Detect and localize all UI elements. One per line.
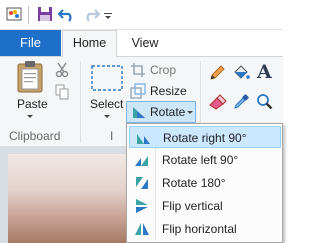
menu-item-label: Flip vertical: [162, 199, 223, 213]
menu-item-label: Flip horizontal: [162, 222, 237, 236]
select-icon[interactable]: [91, 65, 123, 94]
select-chevron-down-icon[interactable]: [104, 115, 110, 118]
tab-home[interactable]: Home: [62, 30, 117, 57]
resize-icon[interactable]: [130, 83, 146, 102]
paint-app-icon[interactable]: [6, 6, 22, 22]
image-group-label-partial: I: [110, 129, 114, 143]
tab-file[interactable]: File: [0, 30, 61, 56]
eraser-icon[interactable]: [209, 94, 227, 113]
menu-item-rotate-180[interactable]: Rotate 180°: [129, 172, 281, 194]
paste-label[interactable]: Paste: [17, 97, 48, 111]
crop-icon[interactable]: [130, 62, 146, 81]
flip-horizontal-icon: [134, 221, 150, 237]
cut-icon[interactable]: [55, 62, 69, 81]
clipboard-group-label: Clipboard: [9, 129, 61, 143]
toolbar-separator: [28, 6, 29, 24]
rotate-left-icon: [134, 152, 150, 168]
redo-icon[interactable]: [82, 6, 101, 22]
save-icon[interactable]: [37, 6, 53, 22]
fill-bucket-icon[interactable]: [232, 65, 250, 84]
group-divider: [80, 61, 81, 143]
magnifier-icon[interactable]: [256, 93, 273, 113]
rotate-right-icon: [135, 130, 151, 146]
menu-item-label: Rotate left 90°: [162, 153, 239, 167]
ribbon-tabs: File Home View: [0, 30, 283, 57]
customize-toolbar-icon[interactable]: [103, 6, 113, 22]
color-picker-icon[interactable]: [233, 94, 249, 113]
rotate-180-icon: [134, 175, 150, 191]
crop-label[interactable]: Crop: [150, 63, 176, 77]
menu-item-flip-vertical[interactable]: Flip vertical: [129, 195, 281, 217]
menu-item-label: Rotate 180°: [162, 176, 226, 190]
copy-icon[interactable]: [55, 84, 69, 103]
paste-chevron-down-icon[interactable]: [27, 115, 33, 118]
quick-access-toolbar: [0, 0, 283, 30]
menu-item-rotate-right-90[interactable]: Rotate right 90°: [129, 126, 281, 148]
pencil-icon[interactable]: [209, 65, 225, 84]
undo-icon[interactable]: [57, 6, 76, 22]
resize-label[interactable]: Resize: [150, 84, 187, 98]
menu-item-flip-horizontal[interactable]: Flip horizontal: [129, 218, 281, 240]
paste-icon[interactable]: [16, 60, 46, 97]
text-tool-icon[interactable]: A: [257, 61, 272, 83]
menu-item-rotate-left-90[interactable]: Rotate left 90°: [129, 149, 281, 171]
flip-vertical-icon: [134, 198, 150, 214]
select-label[interactable]: Select: [90, 97, 123, 111]
rotate-button[interactable]: Rotate: [126, 101, 196, 123]
menu-item-label: Rotate right 90°: [163, 131, 247, 145]
rotate-label: Rotate: [150, 105, 186, 119]
rotate-chevron-down-icon: [187, 111, 193, 114]
rotate-dropdown-menu: Rotate right 90° Rotate left 90° Rotate …: [126, 123, 283, 243]
rotate-icon: [131, 104, 147, 123]
tab-view[interactable]: View: [120, 30, 170, 56]
